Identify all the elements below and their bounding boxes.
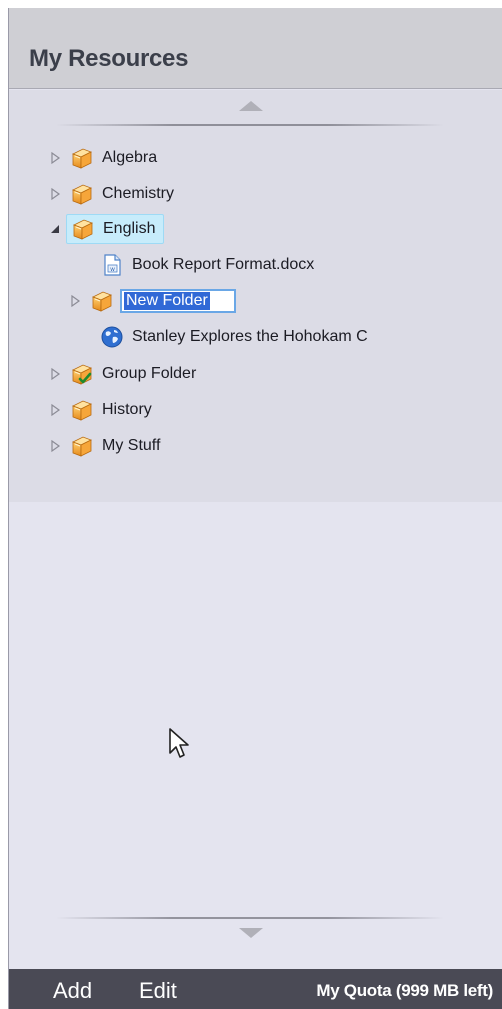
folder-icon [90,289,114,313]
tree-item-label: Chemistry [102,185,175,202]
tree-item-label: History [102,401,152,418]
group-folder-icon [70,362,94,386]
mouse-pointer-icon [169,728,189,758]
globe-icon [101,326,123,348]
tree-item-label: My Stuff [102,437,161,454]
expand-arrow-icon[interactable] [48,403,62,417]
folder-icon [70,146,94,170]
divider [56,917,444,919]
word-document-icon: w [104,254,121,276]
edit-button[interactable]: Edit [139,978,177,1004]
selected-highlight: English [66,214,165,244]
collapse-arrow-icon[interactable] [48,222,62,236]
scroll-up-icon[interactable] [239,101,263,111]
tree-item-label: English [103,220,156,237]
scroll-down-icon[interactable] [239,928,263,938]
quota-status: My Quota (999 MB left) [316,981,493,1000]
rename-input[interactable]: New Folder [120,289,236,313]
tree-item-history[interactable]: History [48,396,154,424]
tree-item-label: Algebra [102,149,158,166]
svg-text:w: w [109,267,115,273]
tree-item-english[interactable]: English [48,214,165,244]
tree-item-label: Stanley Explores the Hohokam C [132,328,368,345]
tree-item-algebra[interactable]: Algebra [48,144,159,172]
rename-input-text: New Folder [124,292,210,310]
add-button[interactable]: Add [53,978,92,1004]
divider [56,124,444,126]
expand-arrow-icon[interactable] [68,294,82,308]
tree-item-label: Group Folder [102,365,197,382]
expand-arrow-icon[interactable] [48,439,62,453]
tree-item-chemistry[interactable]: Chemistry [48,180,176,208]
panel-header: My Resources [9,8,502,89]
folder-icon [71,217,95,241]
folder-icon [70,434,94,458]
tree-item-group-folder[interactable]: Group Folder [48,360,198,388]
folder-icon [70,398,94,422]
tree-item-book-report[interactable]: w Book Report Format.docx [100,251,316,279]
panel-title: My Resources [29,45,189,72]
panel-footer: Add Edit My Quota (999 MB left) [9,969,502,1009]
expand-arrow-icon[interactable] [48,367,62,381]
tree-item-new-folder[interactable]: New Folder [68,287,236,315]
folder-icon [70,182,94,206]
tree-item-my-stuff[interactable]: My Stuff [48,432,162,460]
expand-arrow-icon[interactable] [48,187,62,201]
expand-arrow-icon[interactable] [48,151,62,165]
tree-item-stanley-link[interactable]: Stanley Explores the Hohokam C [100,323,370,351]
tree-item-label: Book Report Format.docx [132,256,315,273]
